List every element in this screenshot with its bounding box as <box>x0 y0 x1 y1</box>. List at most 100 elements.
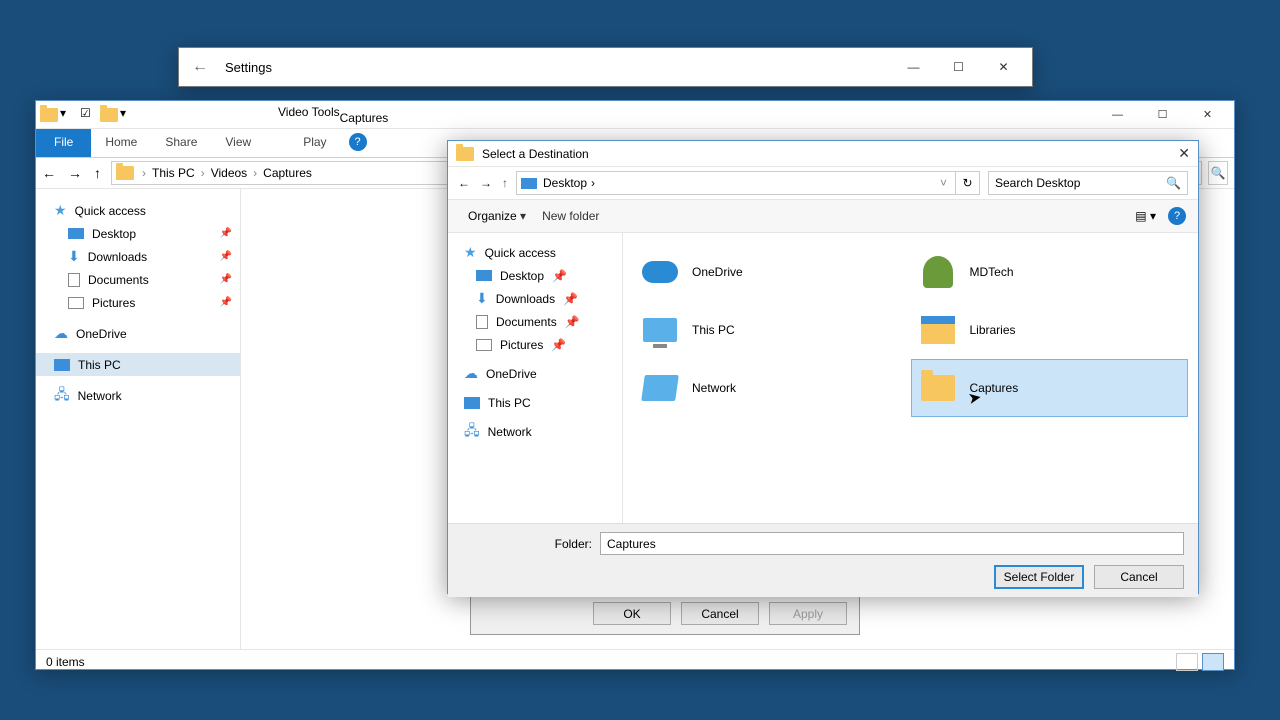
pin-icon: 📌 <box>220 228 232 239</box>
ribbon-share-tab[interactable]: Share <box>151 129 211 157</box>
refresh-button[interactable]: ↻ <box>956 171 980 195</box>
folder-content[interactable]: OneDrive MDTech This PC Libraries Networ… <box>623 233 1198 523</box>
context-tab[interactable]: Video Tools <box>278 105 340 125</box>
view-details-button[interactable] <box>1176 653 1198 671</box>
ribbon-view-tab[interactable]: View <box>211 129 265 157</box>
item-captures[interactable]: Captures <box>911 359 1189 417</box>
pin-icon: 📌 <box>220 274 232 285</box>
ribbon-home-tab[interactable]: Home <box>91 129 151 157</box>
cloud-icon: ☁ <box>54 325 68 342</box>
nav-up-button[interactable]: ↑ <box>94 165 101 181</box>
cancel-button[interactable]: Cancel <box>681 602 759 625</box>
nav-back-button[interactable]: ← <box>458 176 470 190</box>
close-button[interactable]: ✕ <box>1178 145 1190 162</box>
window-title: Captures <box>340 105 389 125</box>
folder-name-input[interactable] <box>600 532 1184 555</box>
settings-title: Settings <box>225 60 272 75</box>
pc-icon <box>54 359 70 371</box>
pin-icon: 📌 <box>552 269 567 283</box>
maximize-button[interactable]: ☐ <box>936 52 981 82</box>
qat-dropdown-icon[interactable]: ▾ <box>120 106 138 124</box>
tree-documents[interactable]: Documents📌 <box>460 310 622 333</box>
nav-back-button[interactable]: ← <box>42 165 56 181</box>
tree-quick-access[interactable]: ★Quick access <box>448 241 622 264</box>
status-text: 0 items <box>46 655 85 669</box>
search-input[interactable]: Search Desktop 🔍 <box>988 171 1188 195</box>
ribbon-play-tab[interactable]: Play <box>289 129 340 157</box>
breadcrumb[interactable]: Captures <box>259 166 316 180</box>
tree-downloads[interactable]: ⬇Downloads📌 <box>50 245 240 268</box>
tree-quick-access[interactable]: ★Quick access <box>36 199 240 222</box>
pin-icon: 📌 <box>565 315 580 329</box>
network-icon: 🖧 <box>464 420 480 444</box>
tree-network[interactable]: 🖧Network <box>36 384 240 407</box>
qat-icon[interactable]: ▾ <box>60 106 78 124</box>
item-mdtech[interactable]: MDTech <box>911 243 1189 301</box>
search-placeholder: Search Desktop <box>995 176 1080 190</box>
nav-forward-button[interactable]: → <box>480 176 492 190</box>
breadcrumb[interactable]: Videos <box>207 166 251 180</box>
settings-window: ← Settings — ☐ ✕ <box>178 47 1033 87</box>
close-button[interactable]: ✕ <box>1185 102 1230 128</box>
view-large-button[interactable] <box>1202 653 1224 671</box>
search-button[interactable]: 🔍 <box>1208 161 1228 185</box>
libraries-icon <box>921 316 955 344</box>
tree-this-pc[interactable]: This PC <box>448 391 622 414</box>
cloud-icon: ☁ <box>464 365 478 382</box>
tree-desktop[interactable]: Desktop📌 <box>460 264 622 287</box>
organize-button[interactable]: Organize ▾ <box>460 205 534 227</box>
ribbon-file-tab[interactable]: File <box>36 129 91 157</box>
ok-button[interactable]: OK <box>593 602 671 625</box>
item-this-pc[interactable]: This PC <box>633 301 911 359</box>
pin-icon: 📌 <box>551 338 566 352</box>
history-dropdown[interactable]: ˅ <box>936 176 951 190</box>
pc-icon <box>643 318 677 342</box>
apply-button: Apply <box>769 602 847 625</box>
minimize-button[interactable]: — <box>1095 102 1140 128</box>
person-icon <box>923 256 953 288</box>
download-icon: ⬇ <box>68 248 80 265</box>
network-icon <box>641 375 679 401</box>
tree-pictures[interactable]: Pictures📌 <box>50 291 240 314</box>
breadcrumb[interactable]: This PC <box>148 166 199 180</box>
item-libraries[interactable]: Libraries <box>911 301 1189 359</box>
cancel-button[interactable]: Cancel <box>1094 565 1184 589</box>
select-folder-button[interactable]: Select Folder <box>994 565 1084 589</box>
dialog-nav-tree: ★Quick access Desktop📌 ⬇Downloads📌 Docum… <box>448 233 623 523</box>
folder-label: Folder: <box>462 537 592 551</box>
minimize-button[interactable]: — <box>891 52 936 82</box>
help-icon[interactable]: ? <box>1168 207 1186 225</box>
item-onedrive[interactable]: OneDrive <box>633 243 911 301</box>
desktop-icon <box>476 270 492 281</box>
new-folder-button[interactable]: New folder <box>534 205 607 227</box>
tree-onedrive[interactable]: ☁OneDrive <box>36 322 240 345</box>
qat-newfolder-icon[interactable] <box>100 108 118 122</box>
item-network[interactable]: Network <box>633 359 911 417</box>
tree-desktop[interactable]: Desktop📌 <box>50 222 240 245</box>
folder-icon <box>116 166 134 180</box>
tree-downloads[interactable]: ⬇Downloads📌 <box>460 287 622 310</box>
tree-onedrive[interactable]: ☁OneDrive <box>448 362 622 385</box>
back-button[interactable]: ← <box>185 58 215 76</box>
address-bar[interactable]: Desktop › ˅ <box>516 171 956 195</box>
qat-properties-icon[interactable]: ☑ <box>80 106 98 124</box>
tree-this-pc[interactable]: This PC <box>36 353 240 376</box>
nav-up-button[interactable]: ↑ <box>502 176 508 190</box>
properties-footer: OK Cancel Apply <box>470 593 860 635</box>
nav-tree: ★Quick access Desktop📌 ⬇Downloads📌 Docum… <box>36 189 241 649</box>
tree-pictures[interactable]: Pictures📌 <box>460 333 622 356</box>
download-icon: ⬇ <box>476 290 488 307</box>
tree-network[interactable]: 🖧Network <box>448 420 622 443</box>
desktop-icon <box>521 178 537 189</box>
maximize-button[interactable]: ☐ <box>1140 102 1185 128</box>
close-button[interactable]: ✕ <box>981 52 1026 82</box>
tree-documents[interactable]: Documents📌 <box>50 268 240 291</box>
cloud-icon <box>642 261 678 283</box>
folder-icon <box>456 147 474 161</box>
nav-forward-button[interactable]: → <box>68 165 82 181</box>
help-icon[interactable]: ? <box>349 133 367 151</box>
pc-icon <box>464 397 480 409</box>
pictures-icon <box>68 297 84 309</box>
view-options-button[interactable]: ▤ ▾ <box>1135 209 1156 223</box>
pin-icon: 📌 <box>220 297 232 308</box>
